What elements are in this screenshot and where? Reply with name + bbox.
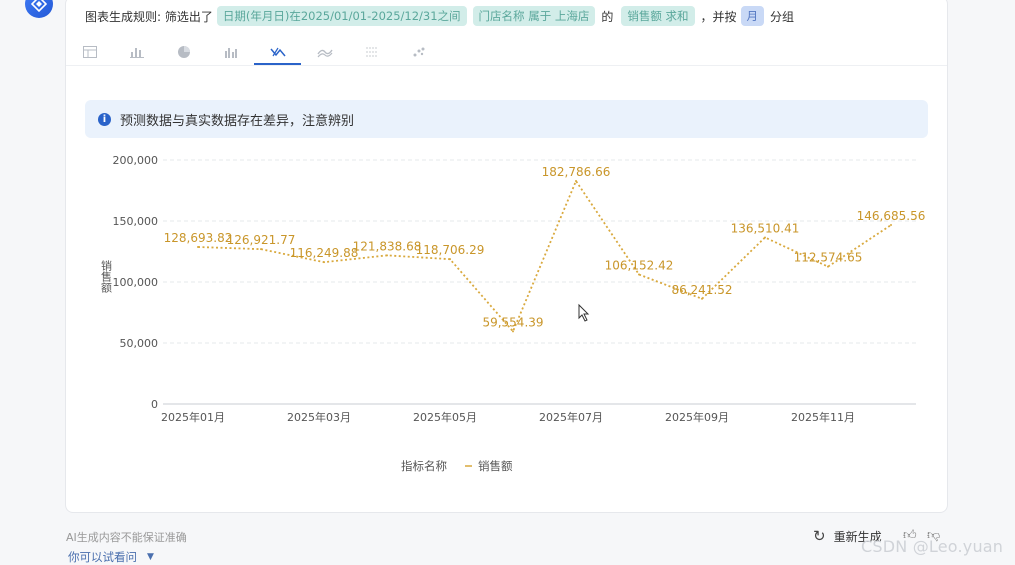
data-label: 112,574.65 bbox=[794, 251, 863, 265]
y-tick-label: 200,000 bbox=[113, 154, 159, 167]
rule-group-by: ，并按 bbox=[700, 9, 737, 24]
ai-disclaimer: AI生成内容不能保证准确 bbox=[66, 531, 187, 544]
data-point bbox=[638, 273, 640, 276]
tab-area[interactable] bbox=[301, 40, 348, 64]
assistant-avatar bbox=[25, 0, 53, 18]
tab-pie[interactable] bbox=[160, 40, 207, 64]
assistant-logo-icon bbox=[31, 0, 47, 12]
x-tick-label: 2025年05月 bbox=[413, 410, 477, 424]
data-label: 182,786.66 bbox=[542, 165, 611, 179]
y-tick-label: 150,000 bbox=[113, 215, 159, 228]
table-icon bbox=[82, 46, 97, 58]
data-point bbox=[512, 330, 514, 333]
grouped-bar-icon bbox=[224, 48, 237, 58]
info-icon: i bbox=[98, 112, 111, 126]
y-tick-label: 50,000 bbox=[120, 337, 159, 350]
scatter-chart-icon bbox=[413, 47, 424, 57]
data-point bbox=[827, 265, 829, 268]
chart-type-tabs bbox=[66, 36, 947, 66]
tab-stacked[interactable] bbox=[348, 40, 395, 64]
y-axis-label: 销售额 bbox=[100, 259, 113, 294]
data-label: 126,921.77 bbox=[227, 233, 296, 247]
data-label: 106,152.42 bbox=[605, 258, 674, 272]
bar-chart-icon bbox=[129, 48, 144, 58]
y-tick-label: 0 bbox=[151, 398, 158, 411]
data-label: 136,510.41 bbox=[731, 221, 800, 235]
x-tick-label: 2025年03月 bbox=[287, 410, 351, 424]
rule-prefix: 图表生成规则: 筛选出了 bbox=[85, 9, 213, 24]
store-filter-tag[interactable]: 门店名称 属于 上海店 bbox=[472, 6, 596, 26]
area-chart-icon bbox=[316, 49, 333, 58]
data-point bbox=[449, 258, 451, 261]
x-tick-label: 2025年09月 bbox=[665, 410, 729, 424]
tab-grouped-bar[interactable] bbox=[207, 40, 254, 64]
group-unit-tag[interactable]: 月 bbox=[740, 6, 765, 26]
rule-of: 的 bbox=[601, 9, 614, 24]
data-point bbox=[764, 236, 766, 239]
x-tick-label: 2025年07月 bbox=[539, 410, 603, 424]
data-point bbox=[701, 297, 703, 300]
data-point bbox=[386, 254, 388, 257]
data-point bbox=[197, 245, 199, 248]
tab-bar[interactable] bbox=[113, 40, 160, 64]
data-label: 116,249.88 bbox=[290, 246, 359, 260]
forecast-line-icon bbox=[269, 47, 286, 56]
refresh-icon: ↻ bbox=[813, 527, 826, 545]
cursor-icon bbox=[578, 303, 590, 322]
data-point bbox=[890, 224, 892, 227]
metric-tag[interactable]: 销售额 求和 bbox=[621, 6, 695, 26]
chart-rule-description: 图表生成规则: 筛选出了 日期(年月日)在2025/01/01-2025/12/… bbox=[85, 6, 798, 26]
forecast-notice: i 预测数据与真实数据存在差异，注意辨别 bbox=[85, 100, 928, 138]
notice-text: 预测数据与真实数据存在差异，注意辨别 bbox=[120, 113, 355, 129]
legend-title: 指标名称 bbox=[401, 459, 447, 473]
date-filter-tag[interactable]: 日期(年月日)在2025/01/01-2025/12/31之间 bbox=[216, 6, 467, 26]
data-point bbox=[323, 261, 325, 264]
chevron-down-icon: ▼ bbox=[147, 552, 154, 562]
data-label: 146,685.56 bbox=[857, 209, 926, 223]
y-tick-label: 100,000 bbox=[113, 276, 159, 289]
tab-forecast-line[interactable] bbox=[254, 40, 301, 65]
data-point bbox=[575, 180, 577, 183]
data-point bbox=[260, 248, 262, 251]
x-tick-label: 2025年11月 bbox=[791, 410, 855, 424]
sales-line-chart: 0 50,000 100,000 150,000 200,000 2025年01月 2025… bbox=[100, 154, 926, 473]
stacked-chart-icon bbox=[365, 47, 378, 57]
watermark-text: CSDN @Leo.yuan bbox=[861, 537, 1004, 556]
data-label: 121,838.68 bbox=[353, 239, 422, 253]
try-ask-toggle[interactable]: 你可以试看问 ▼ bbox=[68, 549, 154, 565]
tab-table[interactable] bbox=[66, 40, 113, 64]
data-label: 59,554.39 bbox=[482, 315, 543, 329]
legend-item: 销售额 bbox=[478, 459, 513, 473]
rule-group-suffix: 分组 bbox=[770, 9, 795, 24]
pie-chart-icon bbox=[177, 46, 190, 58]
tab-scatter[interactable] bbox=[395, 40, 442, 64]
data-label: 118,706.29 bbox=[416, 243, 485, 257]
x-tick-label: 2025年01月 bbox=[161, 410, 225, 424]
data-label: 86,241.52 bbox=[671, 283, 732, 297]
data-label: 128,693.82 bbox=[164, 231, 233, 245]
try-ask-label: 你可以试看问 bbox=[68, 550, 137, 564]
